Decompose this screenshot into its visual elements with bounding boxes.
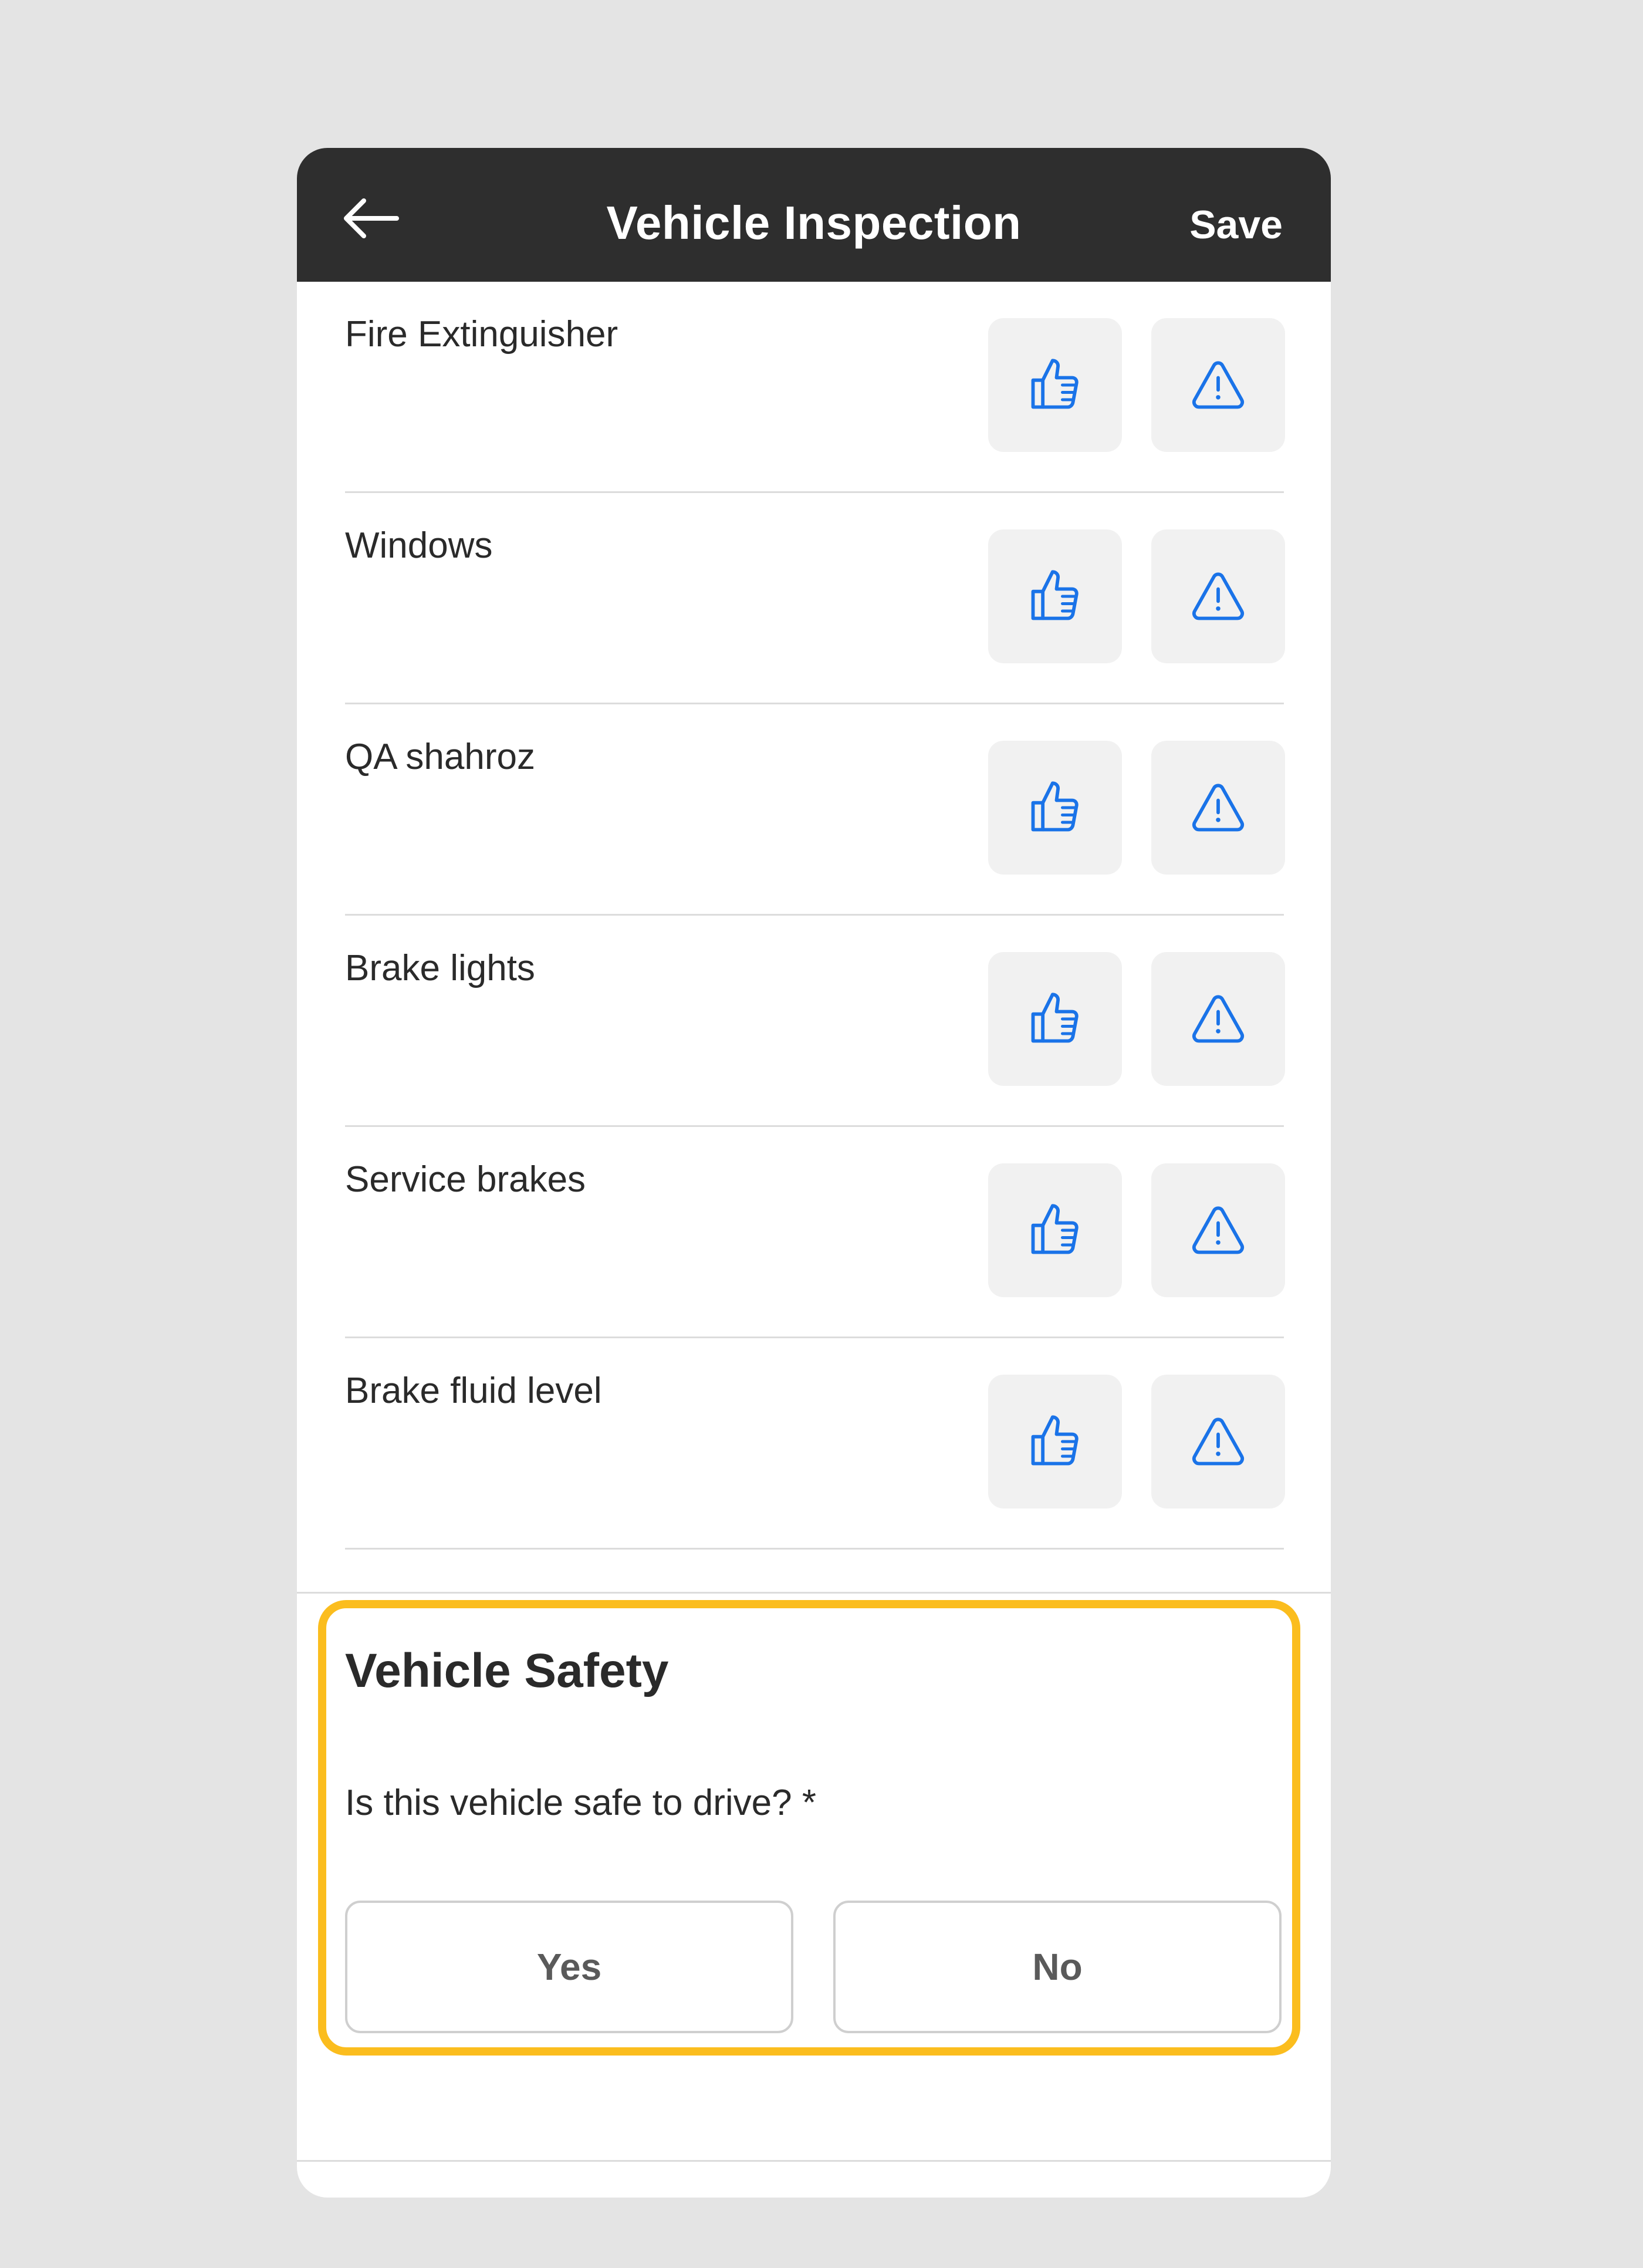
bottom-divider [297, 2160, 1331, 2162]
vehicle-safety-title: Vehicle Safety [345, 1644, 669, 1697]
warning-triangle-icon [1192, 995, 1245, 1043]
pass-button[interactable] [988, 529, 1122, 663]
flag-issue-button[interactable] [1151, 529, 1285, 663]
warning-triangle-icon [1192, 1206, 1245, 1254]
flag-issue-button[interactable] [1151, 741, 1285, 875]
warning-triangle-icon [1192, 784, 1245, 832]
thumbs-up-icon [1031, 1415, 1079, 1466]
inspection-item-label: Service brakes [345, 1159, 586, 1200]
inspection-item-label: Brake lights [345, 948, 535, 988]
warning-triangle-icon [1192, 1418, 1245, 1466]
flag-issue-button[interactable] [1151, 1163, 1285, 1297]
inspection-item: Brake lights [345, 916, 1285, 1127]
thumbs-up-icon [1031, 1204, 1079, 1254]
inspection-item-label: Windows [345, 525, 493, 566]
no-button[interactable]: No [833, 1901, 1282, 2033]
app-header: Vehicle Inspection Save [297, 148, 1331, 282]
yes-button[interactable]: Yes [345, 1901, 793, 2033]
pass-button[interactable] [988, 741, 1122, 875]
inspection-item: Windows [345, 493, 1285, 704]
thumbs-up-icon [1031, 993, 1079, 1043]
pass-button[interactable] [988, 1163, 1122, 1297]
flag-issue-button[interactable] [1151, 952, 1285, 1086]
flag-issue-button[interactable] [1151, 1375, 1285, 1508]
pass-button[interactable] [988, 1375, 1122, 1508]
thumbs-up-icon [1031, 781, 1079, 832]
thumbs-up-icon [1031, 359, 1079, 409]
section-divider [297, 1592, 1331, 1594]
warning-triangle-icon [1192, 572, 1245, 620]
inspection-item: Service brakes [345, 1127, 1285, 1338]
page-title: Vehicle Inspection [606, 197, 1022, 249]
app-screen: Vehicle Inspection Save Fire Extinguishe… [297, 148, 1331, 2198]
inspection-item: QA shahroz [345, 704, 1285, 916]
safety-question: Is this vehicle safe to drive? * [345, 1783, 816, 1823]
background: Vehicle Inspection Save Fire Extinguishe… [0, 0, 1643, 2268]
pass-button[interactable] [988, 952, 1122, 1086]
pass-button[interactable] [988, 318, 1122, 452]
thumbs-up-icon [1031, 570, 1079, 620]
inspection-item-label: Brake fluid level [345, 1371, 602, 1411]
save-button[interactable]: Save [1189, 202, 1283, 248]
inspection-item: Fire Extinguisher [345, 282, 1285, 493]
inspection-list: Fire Extinguisher Windows QA shahroz Bra… [345, 282, 1285, 1550]
inspection-item: Brake fluid level [345, 1338, 1285, 1550]
inspection-item-label: QA shahroz [345, 737, 535, 777]
warning-triangle-icon [1192, 361, 1245, 409]
inspection-item-label: Fire Extinguisher [345, 314, 618, 355]
flag-issue-button[interactable] [1151, 318, 1285, 452]
